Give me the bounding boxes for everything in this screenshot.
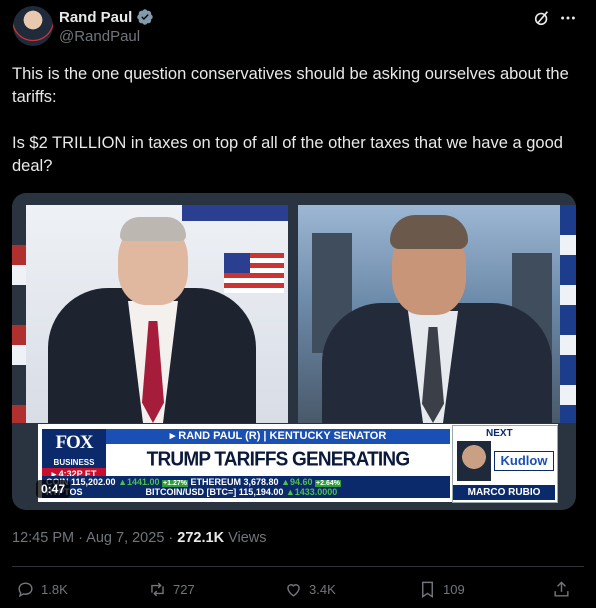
post-time[interactable]: 12:45 PM <box>12 530 74 546</box>
chyron-headline: TRUMP TARIFFS GENERATING BILLIONS IN EXT… <box>106 444 450 502</box>
ticker-eth-pct: +2.64% <box>315 480 341 487</box>
repost-count: 727 <box>173 582 195 597</box>
studio-backdrop-left <box>12 205 26 423</box>
video-player[interactable]: FOX BUSINESS ▸ 4:32P ET ▸ RAND PAUL (R) … <box>12 193 576 510</box>
next-guest-photo <box>457 441 491 481</box>
views-count: 272.1K <box>177 530 225 546</box>
action-bar: 1.8K 727 3.4K 109 <box>12 580 584 602</box>
network-sub-logo: BUSINESS <box>42 457 106 468</box>
ticker-btc-change: ▲1433.0000 <box>285 487 338 497</box>
next-show-logo: Kudlow <box>494 451 554 471</box>
studio-blue-band <box>182 205 288 221</box>
ticker-line-bottom: RYPTOS BITCOIN/USD [BTC=] 115,194.00 ▲14… <box>46 487 337 497</box>
reply-icon <box>18 582 33 598</box>
ticker-coin-change: ▲1441.00 <box>118 477 160 487</box>
repost-button[interactable]: 727 <box>148 580 195 599</box>
ticker-coin-pct: +1.27% <box>162 480 188 487</box>
post-meta: 12:45 PM · Aug 7, 2025 · 272.1K Views <box>12 530 267 546</box>
bookmark-count: 109 <box>443 582 465 597</box>
repost-icon <box>151 582 164 597</box>
meta-separator: · <box>164 530 178 546</box>
author-name[interactable]: Rand Paul <box>59 8 154 26</box>
guest-hair <box>390 215 468 249</box>
up-next-label: NEXT <box>486 428 513 439</box>
studio-backdrop-right <box>560 205 576 423</box>
share-icon <box>554 581 569 597</box>
ticker-line-top: COIN 115,202.00 ▲1441.00 +1.27% ETHEREUM… <box>46 477 341 487</box>
ticker-eth-change: ▲94.60 <box>281 477 313 487</box>
ticker-btc: BITCOIN/USD [BTC=] 115,194.00 <box>145 487 284 497</box>
views-label: Views <box>224 530 267 546</box>
like-button[interactable]: 3.4K <box>284 580 336 599</box>
share-button[interactable] <box>552 580 571 599</box>
grok-icon[interactable] <box>533 9 551 27</box>
next-guest-name: MARCO RUBIO <box>453 485 555 500</box>
network-logo: FOX <box>42 429 106 457</box>
bookmark-button[interactable]: 109 <box>418 580 465 599</box>
video-duration-badge: 0:47 <box>36 480 70 498</box>
author-name-text[interactable]: Rand Paul <box>59 9 132 26</box>
author-handle[interactable]: @RandPaul <box>59 28 140 45</box>
market-ticker: COIN 115,202.00 ▲1441.00 +1.27% ETHEREUM… <box>42 476 450 498</box>
more-options-icon[interactable] <box>559 9 577 27</box>
author-avatar[interactable] <box>13 6 53 46</box>
bookmark-icon <box>422 581 433 598</box>
verified-badge-icon <box>137 9 154 25</box>
reply-count: 1.8K <box>41 582 68 597</box>
post-date[interactable]: Aug 7, 2025 <box>86 530 164 546</box>
guest-nameplate: ▸ RAND PAUL (R) | KENTUCKY SENATOR <box>106 429 450 444</box>
like-count: 3.4K <box>309 582 336 597</box>
flag-graphic <box>224 253 284 293</box>
host-hair <box>120 217 186 241</box>
heart-icon <box>287 584 300 597</box>
post-text: This is the one question conservatives s… <box>12 65 569 175</box>
meta-separator: · <box>74 530 87 546</box>
reply-button[interactable]: 1.8K <box>16 580 68 599</box>
divider <box>12 566 584 567</box>
ticker-eth: ETHEREUM 3,678.80 <box>190 477 279 487</box>
